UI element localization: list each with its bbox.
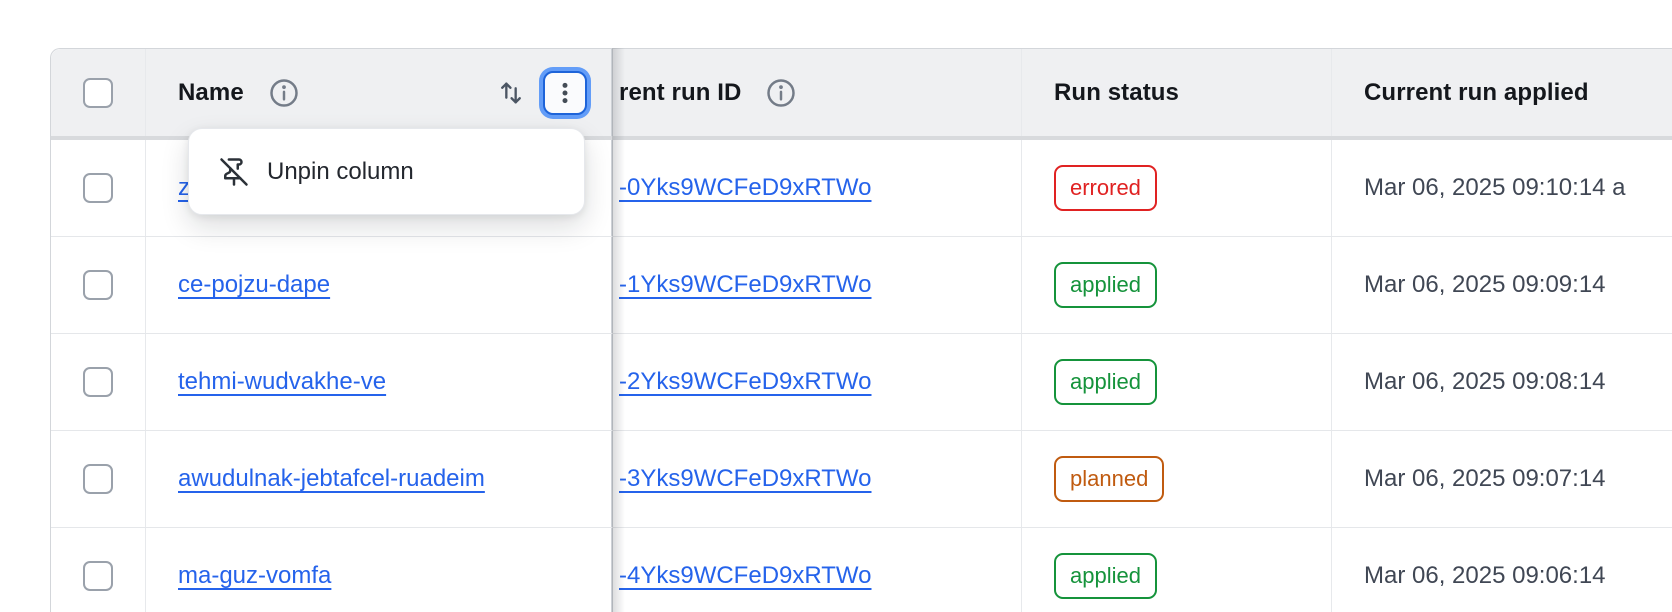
- kebab-icon: [552, 80, 578, 106]
- run-id-link[interactable]: -1Yks9WCFeD9xRTWo: [619, 271, 872, 299]
- status-badge: applied: [1054, 359, 1157, 405]
- workspace-name-link[interactable]: awudulnak-jebtafcel-ruadeim: [178, 465, 485, 493]
- row-cell-select: [51, 140, 146, 236]
- table-row: ce-pojzu-dape -1Yks9WCFeD9xRTWo applied …: [51, 237, 1672, 334]
- unpin-column-menu-item[interactable]: Unpin column: [189, 129, 584, 214]
- row-cell-run-applied: Mar 06, 2025 09:10:14 a: [1332, 140, 1672, 236]
- row-cell-select: [51, 237, 146, 333]
- run-id-link[interactable]: -3Yks9WCFeD9xRTWo: [619, 465, 872, 493]
- run-id-link[interactable]: -0Yks9WCFeD9xRTWo: [619, 174, 872, 202]
- table-row: ma-guz-vomfa -4Yks9WCFeD9xRTWo applied M…: [51, 528, 1672, 612]
- row-checkbox[interactable]: [83, 367, 113, 397]
- sort-icon[interactable]: [497, 79, 525, 107]
- row-cell-select: [51, 431, 146, 527]
- workspace-name-link[interactable]: tehmi-wudvakhe-ve: [178, 368, 386, 396]
- run-status-column-label: Run status: [1054, 79, 1179, 107]
- run-id-info-icon[interactable]: [765, 77, 797, 109]
- row-cell-run-id: -1Yks9WCFeD9xRTWo: [613, 237, 1022, 333]
- row-cell-name: ma-guz-vomfa: [146, 528, 613, 612]
- table-row: awudulnak-jebtafcel-ruadeim -3Yks9WCFeD9…: [51, 431, 1672, 528]
- header-cell-run-id: rent run ID: [613, 49, 1022, 136]
- pin-off-icon: [219, 157, 249, 187]
- table-row: tehmi-wudvakhe-ve -2Yks9WCFeD9xRTWo appl…: [51, 334, 1672, 431]
- row-cell-run-applied: Mar 06, 2025 09:07:14: [1332, 431, 1672, 527]
- table-header-row: Name rent run ID: [51, 49, 1672, 140]
- status-badge: applied: [1054, 553, 1157, 599]
- row-cell-run-applied: Mar 06, 2025 09:06:14: [1332, 528, 1672, 612]
- run-id-link[interactable]: -4Yks9WCFeD9xRTWo: [619, 562, 872, 590]
- header-cell-name: Name: [146, 49, 613, 136]
- row-cell-run-status: applied: [1022, 237, 1332, 333]
- run-id-link[interactable]: -2Yks9WCFeD9xRTWo: [619, 368, 872, 396]
- row-cell-name: awudulnak-jebtafcel-ruadeim: [146, 431, 613, 527]
- header-cell-run-status: Run status: [1022, 49, 1332, 136]
- row-cell-select: [51, 528, 146, 612]
- row-cell-run-id: -0Yks9WCFeD9xRTWo: [613, 140, 1022, 236]
- page: Name rent run ID: [0, 0, 1672, 612]
- row-cell-name: tehmi-wudvakhe-ve: [146, 334, 613, 430]
- row-cell-name: ce-pojzu-dape: [146, 237, 613, 333]
- column-menu-button-wrap: [543, 71, 587, 115]
- row-cell-run-status: applied: [1022, 334, 1332, 430]
- row-checkbox[interactable]: [83, 561, 113, 591]
- row-cell-run-applied: Mar 06, 2025 09:09:14: [1332, 237, 1672, 333]
- column-menu-kebab-button[interactable]: [543, 71, 587, 115]
- row-cell-run-id: -4Yks9WCFeD9xRTWo: [613, 528, 1022, 612]
- run-applied-timestamp: Mar 06, 2025 09:10:14 a: [1364, 174, 1626, 202]
- run-id-column-label: rent run ID: [619, 79, 741, 107]
- row-checkbox[interactable]: [83, 464, 113, 494]
- run-applied-timestamp: Mar 06, 2025 09:06:14: [1364, 562, 1606, 590]
- row-cell-select: [51, 334, 146, 430]
- row-cell-run-status: applied: [1022, 528, 1332, 612]
- status-badge: errored: [1054, 165, 1157, 211]
- row-cell-run-status: planned: [1022, 431, 1332, 527]
- row-cell-run-id: -2Yks9WCFeD9xRTWo: [613, 334, 1022, 430]
- row-cell-run-status: errored: [1022, 140, 1332, 236]
- run-applied-timestamp: Mar 06, 2025 09:07:14: [1364, 465, 1606, 493]
- status-badge: planned: [1054, 456, 1164, 502]
- row-cell-run-applied: Mar 06, 2025 09:08:14: [1332, 334, 1672, 430]
- row-cell-run-id: -3Yks9WCFeD9xRTWo: [613, 431, 1022, 527]
- name-info-icon[interactable]: [268, 77, 300, 109]
- status-badge: applied: [1054, 262, 1157, 308]
- header-cell-select-all: [51, 49, 146, 136]
- run-applied-column-label: Current run applied: [1364, 79, 1589, 107]
- workspace-name-link[interactable]: ma-guz-vomfa: [178, 562, 331, 590]
- run-applied-timestamp: Mar 06, 2025 09:09:14: [1364, 271, 1606, 299]
- row-checkbox[interactable]: [83, 270, 113, 300]
- select-all-checkbox[interactable]: [83, 78, 113, 108]
- run-applied-timestamp: Mar 06, 2025 09:08:14: [1364, 368, 1606, 396]
- workspace-name-link[interactable]: ce-pojzu-dape: [178, 271, 330, 299]
- column-menu-popup: Unpin column: [188, 128, 585, 215]
- name-column-label: Name: [178, 79, 244, 107]
- header-cell-run-applied: Current run applied: [1332, 49, 1672, 136]
- unpin-column-label: Unpin column: [267, 158, 414, 186]
- row-checkbox[interactable]: [83, 173, 113, 203]
